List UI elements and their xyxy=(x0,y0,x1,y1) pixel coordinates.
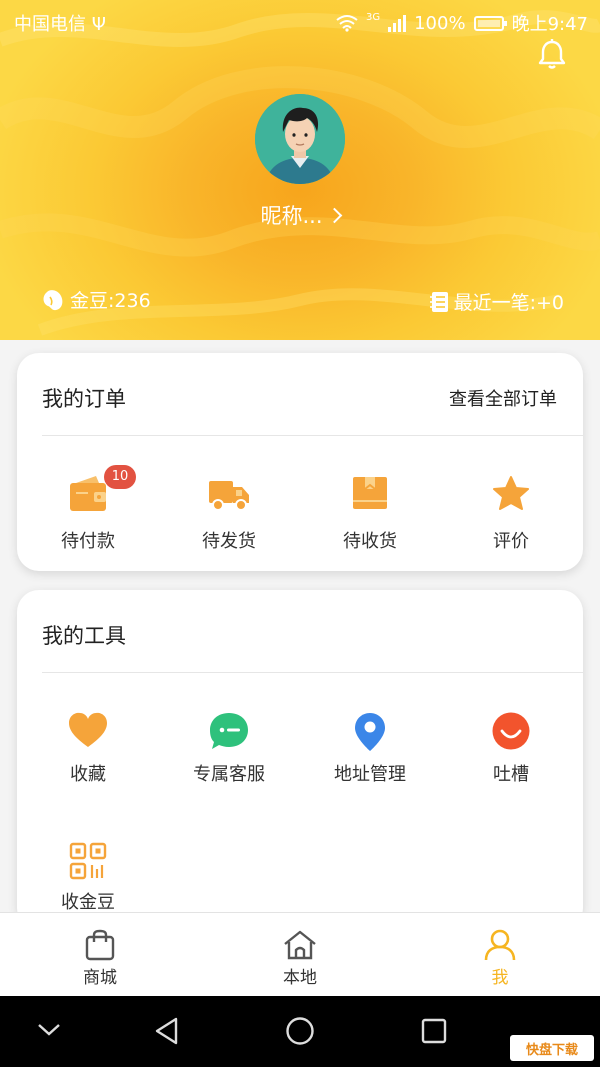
tools-divider xyxy=(42,672,583,673)
chevron-right-icon xyxy=(326,207,342,224)
nickname-link[interactable]: 昵称... xyxy=(0,200,600,230)
chat-icon xyxy=(210,713,248,749)
tab-mall[interactable]: 商城 xyxy=(0,913,200,997)
tool-feedback[interactable]: 吐槽 xyxy=(441,712,581,786)
orders-title: 我的订单 xyxy=(42,387,126,411)
truck-icon xyxy=(209,481,249,511)
tools-card: 我的工具 收藏 专属客服 地址管理 吐槽 收金豆 xyxy=(17,590,583,930)
battery-icon xyxy=(473,15,507,31)
location-pin-icon xyxy=(355,713,385,751)
home-circle-icon[interactable] xyxy=(285,1016,315,1046)
wallet-icon xyxy=(70,476,106,511)
clock: 晚上9:47 xyxy=(511,14,588,35)
carrier-label: 中国电信 xyxy=(14,14,86,35)
heart-icon xyxy=(69,712,107,747)
order-to-receive[interactable]: 待收货 xyxy=(300,475,440,553)
home-icon xyxy=(284,930,316,960)
system-navigation-bar: 快盘下载 xyxy=(0,996,600,1067)
beans-balance[interactable]: 金豆:236 xyxy=(40,286,151,313)
bottom-tab-bar: 商城 本地 我 xyxy=(0,912,600,996)
tool-label: 收藏 xyxy=(70,764,106,785)
beans-text: 金豆:236 xyxy=(70,290,151,312)
person-icon xyxy=(484,929,516,961)
tools-title: 我的工具 xyxy=(42,624,126,648)
orders-divider xyxy=(42,435,583,436)
avatar-illustration xyxy=(255,94,345,184)
tool-collect-beans[interactable]: 收金豆 xyxy=(18,842,158,914)
order-pending-payment[interactable]: 10 待付款 xyxy=(18,465,158,553)
tool-label: 收金豆 xyxy=(61,892,115,913)
order-label: 评价 xyxy=(493,531,529,552)
tool-address-management[interactable]: 地址管理 xyxy=(300,712,440,786)
recents-square-icon[interactable] xyxy=(420,1017,448,1045)
signal-icon xyxy=(388,14,407,32)
order-review[interactable]: 评价 xyxy=(441,475,581,553)
order-label: 待付款 xyxy=(61,531,115,552)
package-icon xyxy=(353,477,387,509)
back-triangle-icon[interactable] xyxy=(153,1016,181,1046)
network-type: 3G xyxy=(365,11,381,23)
status-bar: 中国电信 Ψ 3G 100% 晚上9:47 xyxy=(0,0,600,42)
tool-favorites[interactable]: 收藏 xyxy=(18,712,158,786)
pending-payment-badge: 10 xyxy=(104,465,136,489)
tool-customer-service[interactable]: 专属客服 xyxy=(159,712,299,786)
tab-label: 商城 xyxy=(83,968,117,988)
orders-card: 我的订单 查看全部订单 10 待付款 待发货 待收货 评价 xyxy=(17,353,583,571)
avatar[interactable] xyxy=(255,94,345,184)
recent-transaction[interactable]: 最近一笔:+0 xyxy=(429,288,564,315)
order-to-ship[interactable]: 待发货 xyxy=(159,475,299,553)
tab-local[interactable]: 本地 xyxy=(200,913,400,997)
shopping-bag-icon xyxy=(85,929,115,961)
tool-label: 地址管理 xyxy=(334,764,406,785)
star-icon xyxy=(493,476,529,510)
tab-label: 本地 xyxy=(283,968,317,988)
bell-icon[interactable] xyxy=(535,38,569,72)
battery-percent: 100% xyxy=(414,12,466,34)
order-label: 待收货 xyxy=(343,531,397,552)
smile-icon xyxy=(492,712,530,750)
wifi-icon xyxy=(336,15,358,32)
usb-icon: Ψ xyxy=(91,14,106,35)
bean-icon xyxy=(43,289,63,310)
watermark-logo: 快盘下载 xyxy=(510,1035,594,1061)
view-all-orders-link[interactable]: 查看全部订单 xyxy=(449,385,557,411)
qr-code-icon xyxy=(69,842,107,880)
tool-label: 专属客服 xyxy=(193,764,265,785)
nickname-text: 昵称... xyxy=(260,204,323,228)
profile-header: 中国电信 Ψ 3G 100% 晚上9:47 昵称... 金豆:236 最近一笔:… xyxy=(0,0,600,340)
recent-text: 最近一笔:+0 xyxy=(453,292,564,314)
chevron-down-icon[interactable] xyxy=(36,1022,62,1038)
tab-me[interactable]: 我 xyxy=(400,913,600,997)
tool-label: 吐槽 xyxy=(493,764,529,785)
tab-label: 我 xyxy=(491,968,509,988)
watermark-text: 快盘下载 xyxy=(525,1042,578,1058)
ledger-icon xyxy=(429,291,448,312)
order-label: 待发货 xyxy=(202,531,256,552)
